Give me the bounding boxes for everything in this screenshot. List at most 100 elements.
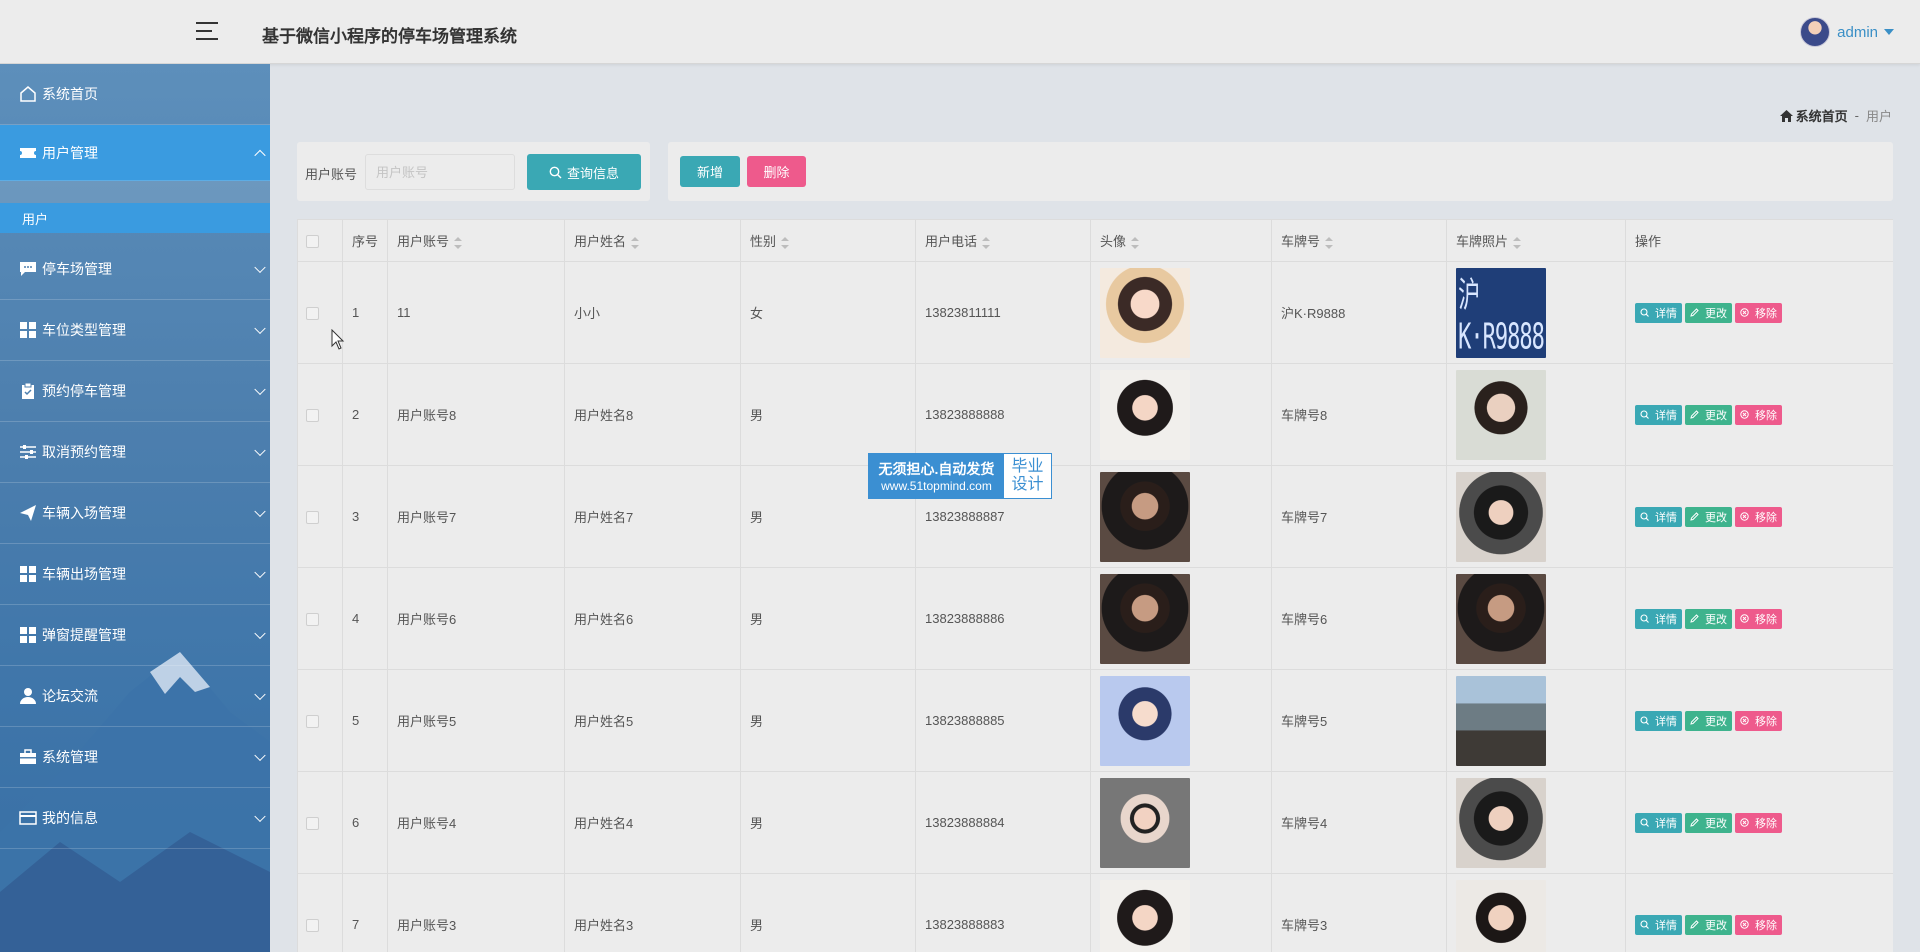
table-row: 7 用户账号3 用户姓名3 男 13823888883 车牌号3 详情 更改 移除 — [297, 873, 1893, 952]
sidebar-item-my-info[interactable]: 我的信息 — [0, 788, 270, 849]
breadcrumb-home[interactable]: 系统首页 — [1779, 106, 1848, 125]
row-checkbox[interactable] — [306, 919, 319, 933]
row-checkbox[interactable] — [306, 409, 319, 423]
watermark-line1: 无须担心.自动发货 — [878, 461, 995, 477]
chevron-down-icon — [254, 688, 266, 701]
add-button[interactable]: 新增 — [680, 156, 740, 187]
account-search-input[interactable] — [365, 154, 515, 190]
column-header-sortable[interactable]: 用户姓名 — [564, 219, 741, 262]
table-row: 6 用户账号4 用户姓名4 男 13823888884 车牌号4 详情 更改 移除 — [297, 771, 1893, 874]
avatar-photo[interactable] — [1100, 369, 1190, 460]
sidebar-item-system[interactable]: 系统管理 — [0, 727, 270, 788]
remove-button[interactable]: 移除 — [1735, 302, 1782, 323]
cell-name: 用户姓名4 — [564, 771, 741, 874]
plate-photo-text: 沪K·R9888 — [1456, 267, 1546, 358]
detail-button[interactable]: 详情 — [1635, 710, 1682, 731]
menu-toggle-icon[interactable] — [196, 20, 220, 42]
detail-label: 详情 — [1655, 307, 1677, 320]
row-checkbox[interactable] — [306, 613, 319, 627]
edit-button[interactable]: 更改 — [1685, 404, 1732, 425]
home-icon — [1779, 109, 1793, 122]
edit-label: 更改 — [1705, 613, 1727, 626]
column-header-sortable[interactable]: 车牌照片 — [1446, 219, 1626, 262]
select-all-checkbox[interactable] — [306, 235, 319, 249]
remove-button[interactable]: 移除 — [1735, 710, 1782, 731]
avatar-photo[interactable] — [1100, 573, 1190, 664]
watermark-right: 毕业 设计 — [1004, 454, 1051, 498]
avatar-photo[interactable] — [1100, 879, 1190, 952]
sort-icon — [982, 236, 991, 249]
cell-gender: 男 — [740, 771, 916, 874]
sidebar-item-space-type[interactable]: 车位类型管理 — [0, 300, 270, 361]
column-header-sortable[interactable]: 头像 — [1090, 219, 1272, 262]
remove-button[interactable]: 移除 — [1735, 914, 1782, 935]
plate-photo[interactable] — [1456, 879, 1546, 952]
row-checkbox[interactable] — [306, 715, 319, 729]
plate-photo[interactable] — [1456, 675, 1546, 766]
cell-plate-photo — [1446, 873, 1626, 952]
sidebar-item-home[interactable]: 系统首页 — [0, 64, 270, 125]
sidebar-item-cancel-reservation[interactable]: 取消预约管理 — [0, 422, 270, 483]
detail-button[interactable]: 详情 — [1635, 506, 1682, 527]
edit-button[interactable]: 更改 — [1685, 914, 1732, 935]
edit-label: 更改 — [1705, 715, 1727, 728]
column-header-sortable[interactable]: 车牌号 — [1271, 219, 1447, 262]
sidebar-item-popup-reminder[interactable]: 弹窗提醒管理 — [0, 605, 270, 666]
sidebar-item-reservation[interactable]: 预约停车管理 — [0, 361, 270, 422]
detail-button[interactable]: 详情 — [1635, 404, 1682, 425]
sidebar-item-vehicle-entry[interactable]: 车辆入场管理 — [0, 483, 270, 544]
column-header-sortable[interactable]: 性别 — [740, 219, 916, 262]
sidebar-item-user-management[interactable]: 用户管理 — [0, 125, 270, 181]
sidebar-subitem-user[interactable]: 用户 — [0, 203, 270, 233]
detail-label: 详情 — [1655, 511, 1677, 524]
detail-icon — [1640, 512, 1652, 521]
chevron-down-icon — [254, 444, 266, 457]
delete-button[interactable]: 删除 — [747, 156, 806, 187]
row-select-cell — [297, 465, 343, 568]
edit-button[interactable]: 更改 — [1685, 506, 1732, 527]
sidebar-item-parking-lot[interactable]: 停车场管理 — [0, 239, 270, 300]
row-checkbox[interactable] — [306, 817, 319, 831]
edit-button[interactable]: 更改 — [1685, 608, 1732, 629]
plate-photo[interactable] — [1456, 573, 1546, 664]
row-checkbox[interactable] — [306, 307, 319, 321]
plate-photo[interactable] — [1456, 471, 1546, 562]
remove-icon — [1740, 614, 1752, 623]
detail-button[interactable]: 详情 — [1635, 608, 1682, 629]
sidebar-item-label: 车辆出场管理 — [42, 566, 126, 582]
remove-button[interactable]: 移除 — [1735, 812, 1782, 833]
detail-button[interactable]: 详情 — [1635, 812, 1682, 833]
remove-button[interactable]: 移除 — [1735, 404, 1782, 425]
edit-label: 更改 — [1705, 919, 1727, 932]
briefcase-icon — [18, 747, 38, 767]
column-header: 操作 — [1625, 219, 1893, 262]
edit-button[interactable]: 更改 — [1685, 302, 1732, 323]
edit-button[interactable]: 更改 — [1685, 812, 1732, 833]
column-header-sortable[interactable]: 用户账号 — [387, 219, 565, 262]
column-header-sortable[interactable]: 用户电话 — [915, 219, 1091, 262]
search-panel: 用户账号 查询信息 — [297, 142, 650, 201]
remove-button[interactable]: 移除 — [1735, 506, 1782, 527]
cell-plate-photo — [1446, 771, 1626, 874]
sidebar-item-label: 论坛交流 — [42, 688, 98, 704]
user-menu[interactable]: admin — [1800, 17, 1894, 47]
plate-photo[interactable]: 沪K·R9888 — [1456, 267, 1546, 358]
query-button[interactable]: 查询信息 — [527, 154, 641, 190]
cell-operations: 详情 更改 移除 — [1625, 771, 1893, 874]
edit-button[interactable]: 更改 — [1685, 710, 1732, 731]
row-checkbox[interactable] — [306, 511, 319, 525]
plate-photo[interactable] — [1456, 369, 1546, 460]
detail-label: 详情 — [1655, 919, 1677, 932]
detail-button[interactable]: 详情 — [1635, 302, 1682, 323]
detail-icon — [1640, 410, 1652, 419]
sidebar-item-forum[interactable]: 论坛交流 — [0, 666, 270, 727]
sidebar-item-label: 系统管理 — [42, 749, 98, 765]
remove-button[interactable]: 移除 — [1735, 608, 1782, 629]
avatar-photo[interactable] — [1100, 675, 1190, 766]
sidebar-item-vehicle-exit[interactable]: 车辆出场管理 — [0, 544, 270, 605]
detail-button[interactable]: 详情 — [1635, 914, 1682, 935]
avatar-photo[interactable] — [1100, 471, 1190, 562]
avatar-photo[interactable] — [1100, 267, 1190, 358]
avatar-photo[interactable] — [1100, 777, 1190, 868]
plate-photo[interactable] — [1456, 777, 1546, 868]
